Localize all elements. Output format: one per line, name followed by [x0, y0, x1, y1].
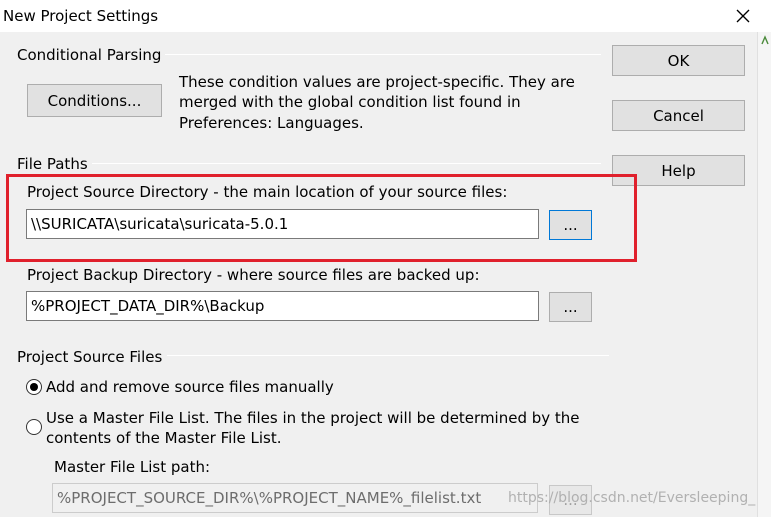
watermark-text: https://blog.csdn.net/Eversleeping_ — [508, 490, 756, 506]
master-file-list-path-label: Master File List path: — [54, 458, 211, 476]
ok-button[interactable]: OK — [612, 45, 745, 76]
master-file-list-label-line-2[interactable]: contents of the Master File List. — [46, 429, 281, 447]
backup-directory-browse-button[interactable]: ... — [549, 292, 592, 322]
window-title: New Project Settings — [3, 7, 159, 25]
background-window-icon — [761, 35, 769, 45]
backup-directory-label: Project Backup Directory - where source … — [27, 266, 480, 284]
cancel-button[interactable]: Cancel — [612, 100, 745, 131]
conditional-desc-line-3: Preferences: Languages. — [179, 114, 364, 132]
background-window-edge — [757, 32, 771, 517]
title-bar: New Project Settings — [0, 0, 771, 32]
manual-files-label[interactable]: Add and remove source files manually — [46, 378, 334, 396]
master-file-list-radio[interactable] — [26, 419, 42, 435]
file-paths-divider — [92, 163, 601, 164]
master-file-list-path-input[interactable]: %PROJECT_SOURCE_DIR%\%PROJECT_NAME%_file… — [52, 483, 538, 513]
close-icon[interactable] — [730, 5, 756, 27]
file-paths-heading: File Paths — [17, 155, 88, 173]
project-source-files-divider — [167, 355, 609, 356]
conditional-parsing-divider — [165, 54, 601, 55]
conditional-parsing-heading: Conditional Parsing — [17, 46, 162, 64]
conditional-desc-line-1: These condition values are project-speci… — [179, 73, 575, 91]
conditional-desc-line-2: merged with the global condition list fo… — [179, 93, 521, 111]
backup-directory-input[interactable]: %PROJECT_DATA_DIR%\Backup — [26, 291, 539, 321]
manual-files-radio[interactable] — [26, 379, 42, 395]
master-file-list-label-line-1[interactable]: Use a Master File List. The files in the… — [46, 409, 580, 427]
conditions-button[interactable]: Conditions... — [27, 84, 162, 117]
project-source-files-heading: Project Source Files — [17, 348, 163, 366]
highlight-annotation — [6, 174, 637, 262]
